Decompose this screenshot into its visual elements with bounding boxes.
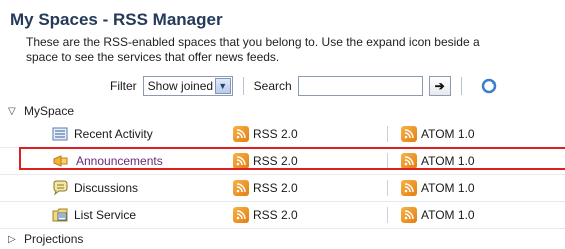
list-icon: [52, 208, 68, 222]
description-line-2: space to see the services that offer new…: [26, 50, 280, 64]
highlight-box: [19, 147, 565, 170]
go-button[interactable]: ➔: [428, 76, 451, 96]
rss-link[interactable]: RSS 2.0: [253, 208, 298, 222]
refresh-button[interactable]: [480, 77, 498, 95]
filter-select-value: Show joined: [147, 79, 214, 93]
description-line-1: These are the RSS-enabled spaces that yo…: [26, 35, 480, 49]
list-item[interactable]: Recent Activity RSS 2.0 ATOM 1.0: [0, 121, 565, 148]
list-item[interactable]: Discussions RSS 2.0 ATOM 1.0: [0, 175, 565, 202]
column-divider: [387, 126, 388, 142]
collapsed-triangle-icon[interactable]: ▷: [8, 234, 20, 245]
column-divider: [387, 180, 388, 196]
atom-link[interactable]: ATOM 1.0: [421, 208, 475, 222]
arrow-right-icon: ➔: [434, 79, 445, 93]
service-name[interactable]: Discussions: [74, 181, 138, 195]
rss-link[interactable]: RSS 2.0: [253, 181, 298, 195]
page-description: These are the RSS-enabled spaces that yo…: [26, 35, 565, 65]
atom-link[interactable]: ATOM 1.0: [421, 181, 475, 195]
discussion-icon: [53, 180, 68, 196]
toolbar-divider: [242, 77, 244, 95]
feed-icon: [233, 207, 249, 223]
tree-node-projections[interactable]: ▷ Projections: [0, 229, 565, 249]
tree-node-myspace[interactable]: ▽ MySpace: [0, 101, 565, 121]
rss-link[interactable]: RSS 2.0: [253, 127, 298, 141]
search-label: Search: [253, 79, 292, 93]
recent-activity-icon: [52, 127, 68, 141]
feed-icon: [401, 126, 417, 142]
expanded-triangle-icon[interactable]: ▽: [8, 106, 20, 117]
service-name[interactable]: Recent Activity: [74, 127, 153, 141]
filter-select[interactable]: Show joined ▼: [142, 76, 233, 96]
spaces-tree: ▽ MySpace Recent Activity RSS 2.0 ATOM 1…: [0, 101, 565, 249]
filter-label: Filter: [110, 79, 137, 93]
list-item[interactable]: List Service RSS 2.0 ATOM 1.0: [0, 202, 565, 229]
feed-icon: [401, 180, 417, 196]
atom-link[interactable]: ATOM 1.0: [421, 127, 475, 141]
search-input[interactable]: [297, 76, 423, 96]
toolbar-divider: [460, 77, 462, 95]
page-title: My Spaces - RSS Manager: [10, 10, 223, 29]
tree-node-label: Projections: [24, 232, 84, 246]
tree-node-label: MySpace: [24, 104, 75, 118]
feed-icon: [233, 180, 249, 196]
column-divider: [387, 207, 388, 223]
service-name[interactable]: List Service: [74, 208, 136, 222]
chevron-down-icon[interactable]: ▼: [214, 78, 231, 94]
feed-icon: [401, 207, 417, 223]
refresh-icon: [481, 78, 496, 94]
filter-bar: Filter Show joined ▼ Search ➔: [110, 74, 498, 98]
feed-icon: [233, 126, 249, 142]
